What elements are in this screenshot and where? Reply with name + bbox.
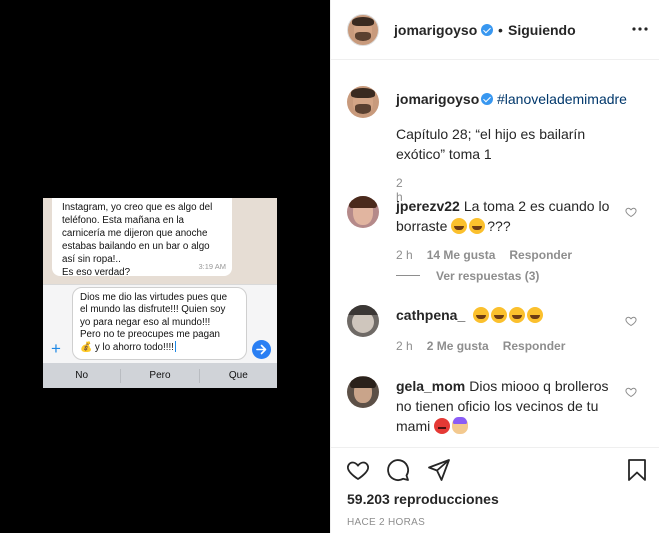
comment-meta: 2 h 2 Me gusta Responder	[396, 339, 579, 353]
compose-input: Dios me dio las virtudes pues que el mun…	[72, 287, 247, 360]
commenter-avatar[interactable]	[347, 376, 379, 408]
chat-screenshot: Instagram, yo creo que es algo del teléf…	[43, 198, 277, 388]
author-username[interactable]: jomarigoyso	[394, 22, 477, 38]
action-bar: 59.203 reproducciones HACE 2 HORAS	[331, 447, 659, 533]
comment-meta: 2 h 14 Me gusta Responder	[396, 248, 586, 262]
post-media[interactable]: Instagram, yo creo que es algo del teléf…	[0, 0, 330, 533]
grinning-sweat-emoji-icon	[473, 307, 490, 323]
more-options-icon[interactable]	[631, 20, 649, 38]
view-replies-button[interactable]: Ver respuestas (3)	[396, 269, 539, 283]
comment-body: jperezv22 La toma 2 es cuando lo borraste…	[396, 196, 620, 236]
caption-username[interactable]: jomarigoyso	[396, 91, 479, 107]
commenter-avatar[interactable]	[347, 305, 379, 337]
comment-suffix: ???	[487, 218, 511, 234]
comment-body: gela_mom Dios miooo q brolleros no tienen…	[396, 376, 620, 436]
separator-dot: •	[498, 22, 503, 38]
comment-likes[interactable]: 2 Me gusta	[427, 339, 489, 353]
grinning-sweat-emoji-icon	[527, 307, 544, 323]
view-count[interactable]: 59.203 reproducciones	[347, 491, 499, 507]
caption-hashtag[interactable]: #lanovelademimadre	[497, 91, 627, 107]
suggestion-3: Que	[228, 369, 248, 381]
comment-username[interactable]: cathpena_	[396, 307, 465, 323]
compose-text: Dios me dio las virtudes pues que el mun…	[80, 292, 228, 354]
comment-username[interactable]: gela_mom	[396, 378, 465, 394]
suggestion-2: Pero	[121, 368, 200, 383]
view-replies-label: Ver respuestas (3)	[436, 269, 540, 283]
compose-bar: + Dios me dio las virtudes pues que el m…	[43, 284, 277, 363]
replies-divider	[396, 275, 420, 276]
angry-face-emoji-icon	[434, 418, 451, 434]
grinning-sweat-emoji-icon	[491, 307, 508, 323]
post-panel: jomarigoyso • Siguiendo jomarigoyso #lan…	[330, 0, 659, 533]
post-timestamp[interactable]: HACE 2 HORAS	[347, 517, 425, 528]
comment-time[interactable]: 2 h	[396, 339, 413, 353]
comment-body: cathpena_	[396, 305, 620, 325]
rolling-laughing-emoji-icon	[451, 218, 468, 234]
following-button[interactable]: Siguiendo	[508, 22, 576, 38]
keyboard-suggestions: No Pero Que	[43, 363, 277, 388]
incoming-message-bubble: Instagram, yo creo que es algo del teléf…	[52, 198, 232, 278]
comment-username[interactable]: jperezv22	[396, 198, 460, 214]
comment-time[interactable]: 2 h	[396, 248, 413, 262]
message-time: 3:19 AM	[198, 262, 226, 271]
send-icon	[252, 340, 271, 359]
reply-button[interactable]: Responder	[509, 248, 572, 262]
caption-text: Capítulo 28; “el hijo es bailarín exótic…	[396, 126, 586, 162]
share-paper-plane-icon[interactable]	[427, 458, 451, 482]
commenter-avatar[interactable]	[347, 196, 379, 228]
save-bookmark-icon[interactable]	[627, 458, 647, 482]
caption-avatar[interactable]	[347, 86, 379, 118]
like-comment-heart-icon[interactable]	[625, 206, 637, 218]
person-shrugging-emoji-icon	[452, 417, 469, 434]
comment-bubble-icon[interactable]	[386, 458, 410, 482]
post-header: jomarigoyso • Siguiendo	[331, 0, 659, 60]
like-heart-icon[interactable]	[345, 458, 371, 482]
like-comment-heart-icon[interactable]	[625, 386, 637, 398]
verified-badge-icon	[481, 93, 493, 105]
plus-icon: +	[51, 339, 61, 358]
author-avatar[interactable]	[347, 14, 379, 46]
like-comment-heart-icon[interactable]	[625, 315, 637, 327]
reply-button[interactable]: Responder	[503, 339, 566, 353]
rolling-laughing-emoji-icon	[469, 218, 486, 234]
verified-badge-icon	[481, 24, 493, 36]
comment-likes[interactable]: 14 Me gusta	[427, 248, 496, 262]
grinning-sweat-emoji-icon	[509, 307, 526, 323]
suggestion-1: No	[43, 368, 122, 383]
text-caret	[174, 341, 176, 353]
